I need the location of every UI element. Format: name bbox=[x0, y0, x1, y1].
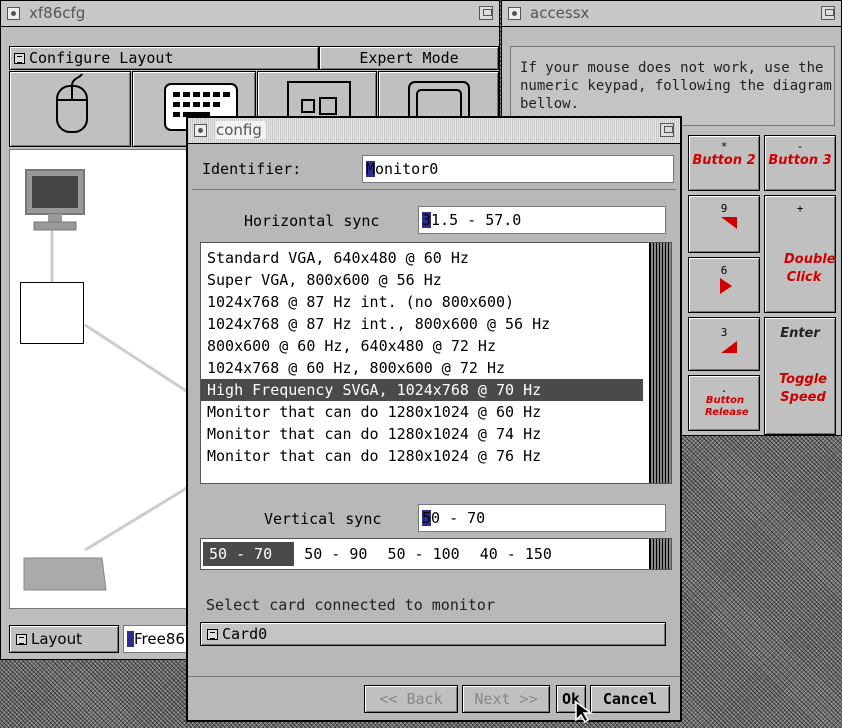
configure-layout-menu[interactable]: Configure Layout bbox=[9, 46, 319, 70]
monitor-preset-item[interactable]: Monitor that can do 1280x1024 @ 74 Hz bbox=[201, 423, 643, 445]
hsync-value: 31.5 - 57.0 bbox=[422, 211, 522, 229]
vsync-input[interactable]: 50 - 70 bbox=[418, 504, 666, 532]
vsync-preset-item[interactable]: 40 - 150 bbox=[474, 542, 562, 566]
monitor-preset-item[interactable]: High Frequency SVGA, 1024x768 @ 70 Hz bbox=[201, 379, 643, 401]
card-select-menu[interactable]: Card0 bbox=[200, 622, 666, 646]
mouse-icon bbox=[56, 73, 88, 133]
key-dot-label: . bbox=[720, 382, 728, 395]
window-menu-icon[interactable] bbox=[7, 7, 20, 20]
config-titlebar[interactable]: config bbox=[188, 118, 680, 144]
accessx-help-text: If your mouse does not work, use the num… bbox=[520, 60, 832, 112]
double-click-label: Double Click bbox=[784, 252, 836, 285]
toggle-speed-label: Toggle Speed bbox=[778, 372, 827, 405]
monitor-preset-item[interactable]: Standard VGA, 640x480 @ 60 Hz bbox=[201, 247, 643, 269]
maximize-icon[interactable] bbox=[821, 6, 835, 20]
key-plus-label: + bbox=[796, 202, 804, 215]
xf86cfg-titlebar[interactable]: xf86cfg bbox=[1, 1, 499, 27]
keypad: * Button 2 - Button 3 9 + Double Click 6… bbox=[688, 135, 840, 435]
maximize-icon[interactable] bbox=[660, 123, 674, 137]
config-title: config bbox=[216, 121, 266, 139]
text-caret bbox=[127, 631, 134, 647]
dialog-button-bar: << Back Next >> Ok Cancel bbox=[188, 676, 680, 720]
monitor-list-items: Standard VGA, 640x480 @ 60 Hz Super VGA, … bbox=[201, 247, 643, 467]
expert-mode-button[interactable]: Expert Mode bbox=[319, 46, 499, 70]
identifier-label: Identifier: bbox=[202, 160, 302, 178]
key-dot[interactable]: . Button Release bbox=[688, 375, 760, 431]
mouse-pointer-icon bbox=[575, 700, 594, 724]
next-label: Next >> bbox=[474, 690, 538, 708]
monitor-list-scrollbar[interactable] bbox=[649, 243, 671, 483]
xf86cfg-title: xf86cfg bbox=[29, 4, 86, 22]
key-3[interactable]: 3 bbox=[688, 317, 760, 371]
config-dialog: config Identifier: Monitor0 Horizontal s… bbox=[186, 116, 682, 722]
key-3-label: 3 bbox=[720, 326, 728, 339]
card-select-label: Select card connected to monitor bbox=[206, 596, 495, 614]
identifier-value: Monitor0 bbox=[366, 160, 439, 178]
back-label: << Back bbox=[379, 690, 443, 708]
maximize-icon[interactable] bbox=[479, 6, 493, 20]
hsync-label: Horizontal sync bbox=[244, 212, 380, 230]
cancel-label: Cancel bbox=[602, 690, 658, 708]
vsync-label: Vertical sync bbox=[264, 510, 382, 528]
window-menu-icon[interactable] bbox=[194, 124, 207, 137]
arrow-up-right-icon bbox=[721, 217, 737, 229]
back-button[interactable]: << Back bbox=[364, 685, 458, 713]
vsync-preset-item[interactable]: 50 - 100 bbox=[381, 542, 469, 566]
key-button2-label: Button 2 bbox=[692, 153, 756, 168]
monitor-device-icon[interactable] bbox=[20, 168, 90, 248]
monitor-preset-item[interactable]: 1024x768 @ 60 Hz, 800x600 @ 72 Hz bbox=[201, 357, 643, 379]
key-button2[interactable]: * Button 2 bbox=[688, 135, 760, 191]
menu-icon bbox=[14, 53, 25, 64]
configure-layout-label: Configure Layout bbox=[29, 49, 174, 67]
vsync-preset-item[interactable]: 50 - 70 bbox=[203, 542, 295, 566]
monitor-preset-item[interactable]: Super VGA, 800x600 @ 56 Hz bbox=[201, 269, 643, 291]
key-6[interactable]: 6 bbox=[688, 257, 760, 313]
next-button[interactable]: Next >> bbox=[462, 685, 550, 713]
vsync-preset-list[interactable]: 50 - 70 50 - 90 50 - 100 40 - 150 bbox=[200, 538, 672, 570]
card-device-node[interactable] bbox=[20, 282, 84, 344]
layout-menu-button[interactable]: Layout bbox=[9, 625, 119, 653]
key-enter-label: Enter bbox=[780, 326, 820, 341]
identifier-row: Identifier: Monitor0 bbox=[192, 150, 676, 190]
key-9[interactable]: 9 bbox=[688, 195, 760, 253]
arrow-right-icon bbox=[720, 278, 732, 294]
layout-label: Layout bbox=[31, 630, 82, 648]
vsync-preset-item[interactable]: 50 - 90 bbox=[298, 542, 377, 566]
menu-icon bbox=[207, 629, 218, 640]
monitor-preset-item[interactable]: 1024x768 @ 87 Hz int. (no 800x600) bbox=[201, 291, 643, 313]
window-menu-icon[interactable] bbox=[508, 7, 521, 20]
monitor-preset-item[interactable]: Monitor that can do 1280x1024 @ 60 Hz bbox=[201, 401, 643, 423]
key-6-label: 6 bbox=[720, 264, 728, 277]
card-select-value: Card0 bbox=[222, 625, 268, 643]
arrow-down-right-icon bbox=[721, 341, 737, 353]
key-button3-label: Button 3 bbox=[768, 153, 832, 168]
identifier-input[interactable]: Monitor0 bbox=[362, 155, 674, 183]
vsync-list-scrollbar[interactable] bbox=[649, 539, 671, 569]
expert-mode-label: Expert Mode bbox=[359, 49, 459, 67]
button-release-label: Button Release bbox=[705, 395, 749, 418]
monitor-preset-item[interactable]: 800x600 @ 60 Hz, 640x480 @ 72 Hz bbox=[201, 335, 643, 357]
monitor-preset-item[interactable]: 1024x768 @ 87 Hz int., 800x600 @ 56 Hz bbox=[201, 313, 643, 335]
cancel-button[interactable]: Cancel bbox=[590, 685, 670, 713]
vsync-value: 50 - 70 bbox=[422, 509, 486, 527]
mouse-device-button[interactable] bbox=[9, 71, 131, 147]
accessx-titlebar[interactable]: accessx bbox=[502, 1, 841, 27]
menu-icon bbox=[16, 634, 27, 645]
keyboard-device-icon[interactable] bbox=[20, 550, 110, 600]
hsync-input[interactable]: 31.5 - 57.0 bbox=[418, 206, 666, 234]
monitor-preset-list[interactable]: Standard VGA, 640x480 @ 60 Hz Super VGA, … bbox=[200, 242, 672, 484]
monitor-preset-item[interactable]: Monitor that can do 1280x1024 @ 76 Hz bbox=[201, 445, 643, 467]
key-button3[interactable]: - Button 3 bbox=[764, 135, 836, 191]
vsync-list-items: 50 - 70 50 - 90 50 - 100 40 - 150 bbox=[203, 542, 566, 566]
layout-field-value: Free86 bbox=[134, 630, 185, 648]
accessx-title: accessx bbox=[530, 4, 590, 22]
key-9-label: 9 bbox=[720, 202, 728, 215]
